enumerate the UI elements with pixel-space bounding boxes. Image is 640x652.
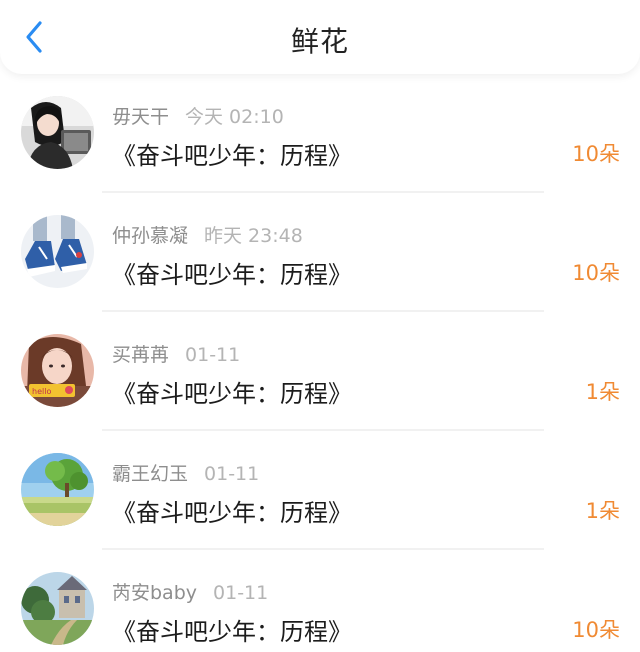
flower-count: 1朵 [585,499,620,523]
avatar[interactable] [21,572,94,645]
book-title[interactable]: 《奋斗吧少年：历程》 [112,374,352,409]
flower-count: 10朵 [572,142,620,166]
timestamp: 01-11 [185,344,241,366]
item-meta: 毋天干 今天 02:10 [112,102,284,129]
back-button[interactable] [16,18,56,58]
flower-count: 1朵 [585,380,620,404]
flowers-page: 鲜花 毋天干 今天 02:10 《奋斗吧少年：历程》 10朵 仲孙慕凝 昨天 2… [0,0,640,652]
avatar[interactable] [21,453,94,526]
book-title[interactable]: 《奋斗吧少年：历程》 [112,493,352,528]
timestamp: 今天 02:10 [185,106,284,128]
flower-count: 10朵 [572,618,620,642]
timestamp: 01-11 [204,463,260,485]
timestamp: 昨天 23:48 [204,225,303,247]
list-item[interactable]: 芮安baby 01-11 《奋斗吧少年：历程》 10朵 [0,550,640,652]
username[interactable]: 仲孙慕凝 [112,225,188,247]
chevron-left-icon [26,21,42,53]
username[interactable]: 买苒苒 [112,344,169,366]
flower-count: 10朵 [572,261,620,285]
username[interactable]: 毋天干 [112,106,169,128]
book-title[interactable]: 《奋斗吧少年：历程》 [112,612,352,647]
avatar[interactable] [21,215,94,288]
username[interactable]: 芮安baby [112,582,197,604]
list-item[interactable]: 仲孙慕凝 昨天 23:48 《奋斗吧少年：历程》 10朵 [0,193,640,312]
list-item[interactable]: 霸王幻玉 01-11 《奋斗吧少年：历程》 1朵 [0,431,640,550]
list-item[interactable]: 毋天干 今天 02:10 《奋斗吧少年：历程》 10朵 [0,74,640,193]
item-meta: 霸王幻玉 01-11 [112,459,259,486]
username[interactable]: 霸王幻玉 [112,463,188,485]
flower-gift-list: 毋天干 今天 02:10 《奋斗吧少年：历程》 10朵 仲孙慕凝 昨天 23:4… [0,74,640,652]
avatar[interactable]: hello [21,334,94,407]
avatar[interactable] [21,96,94,169]
nav-header: 鲜花 [0,0,640,74]
svg-text:hello: hello [32,387,51,396]
book-title[interactable]: 《奋斗吧少年：历程》 [112,136,352,171]
item-meta: 仲孙慕凝 昨天 23:48 [112,221,303,248]
item-meta: 买苒苒 01-11 [112,340,240,367]
page-title: 鲜花 [290,25,349,58]
timestamp: 01-11 [213,582,269,604]
item-meta: 芮安baby 01-11 [112,578,268,605]
list-item[interactable]: hello 买苒苒 01-11 《奋斗吧少年：历程》 1朵 [0,312,640,431]
book-title[interactable]: 《奋斗吧少年：历程》 [112,255,352,290]
